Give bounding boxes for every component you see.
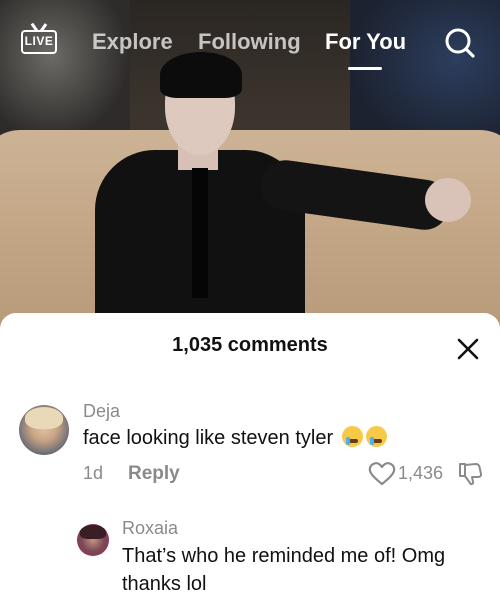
comments-count-title: 1,035 comments <box>172 334 328 356</box>
loudly-crying-face-emoji <box>341 426 363 447</box>
person-tie <box>192 168 208 298</box>
tab-following[interactable]: Following <box>198 29 301 55</box>
like-button[interactable] <box>368 461 396 487</box>
active-tab-indicator <box>348 67 382 70</box>
comment-username[interactable]: Deja <box>83 401 120 422</box>
avatar-roxaia[interactable] <box>77 524 109 556</box>
person-hand <box>425 178 471 222</box>
reply-button[interactable]: Reply <box>128 463 180 485</box>
like-count: 1,436 <box>398 463 444 483</box>
tab-for-you[interactable]: For You <box>325 29 406 55</box>
comment-text: face looking like steven tyler <box>83 424 387 452</box>
comment-body: face looking like steven tyler <box>83 427 334 449</box>
reply-text: That’s who he reminded me of! Omg thanks… <box>122 545 446 595</box>
close-icon <box>457 338 479 360</box>
search-icon <box>445 28 475 58</box>
comments-sheet: 1,035 comments Deja face looking like st… <box>0 313 500 597</box>
heart-outline-icon <box>368 462 396 486</box>
live-icon[interactable]: LIVE <box>21 30 57 54</box>
close-button[interactable] <box>454 335 482 363</box>
comment-age: 1d <box>83 463 104 483</box>
thumbs-down-icon <box>459 463 483 486</box>
search-button[interactable] <box>440 26 480 60</box>
avatar-deja[interactable] <box>19 405 69 455</box>
reply-username[interactable]: Roxaia <box>122 518 178 539</box>
dislike-button[interactable] <box>457 461 483 487</box>
loudly-crying-face-emoji <box>365 426 387 447</box>
tab-explore[interactable]: Explore <box>92 29 173 55</box>
live-label: LIVE <box>24 34 54 48</box>
top-nav: LIVE Explore Following For You <box>0 0 500 80</box>
